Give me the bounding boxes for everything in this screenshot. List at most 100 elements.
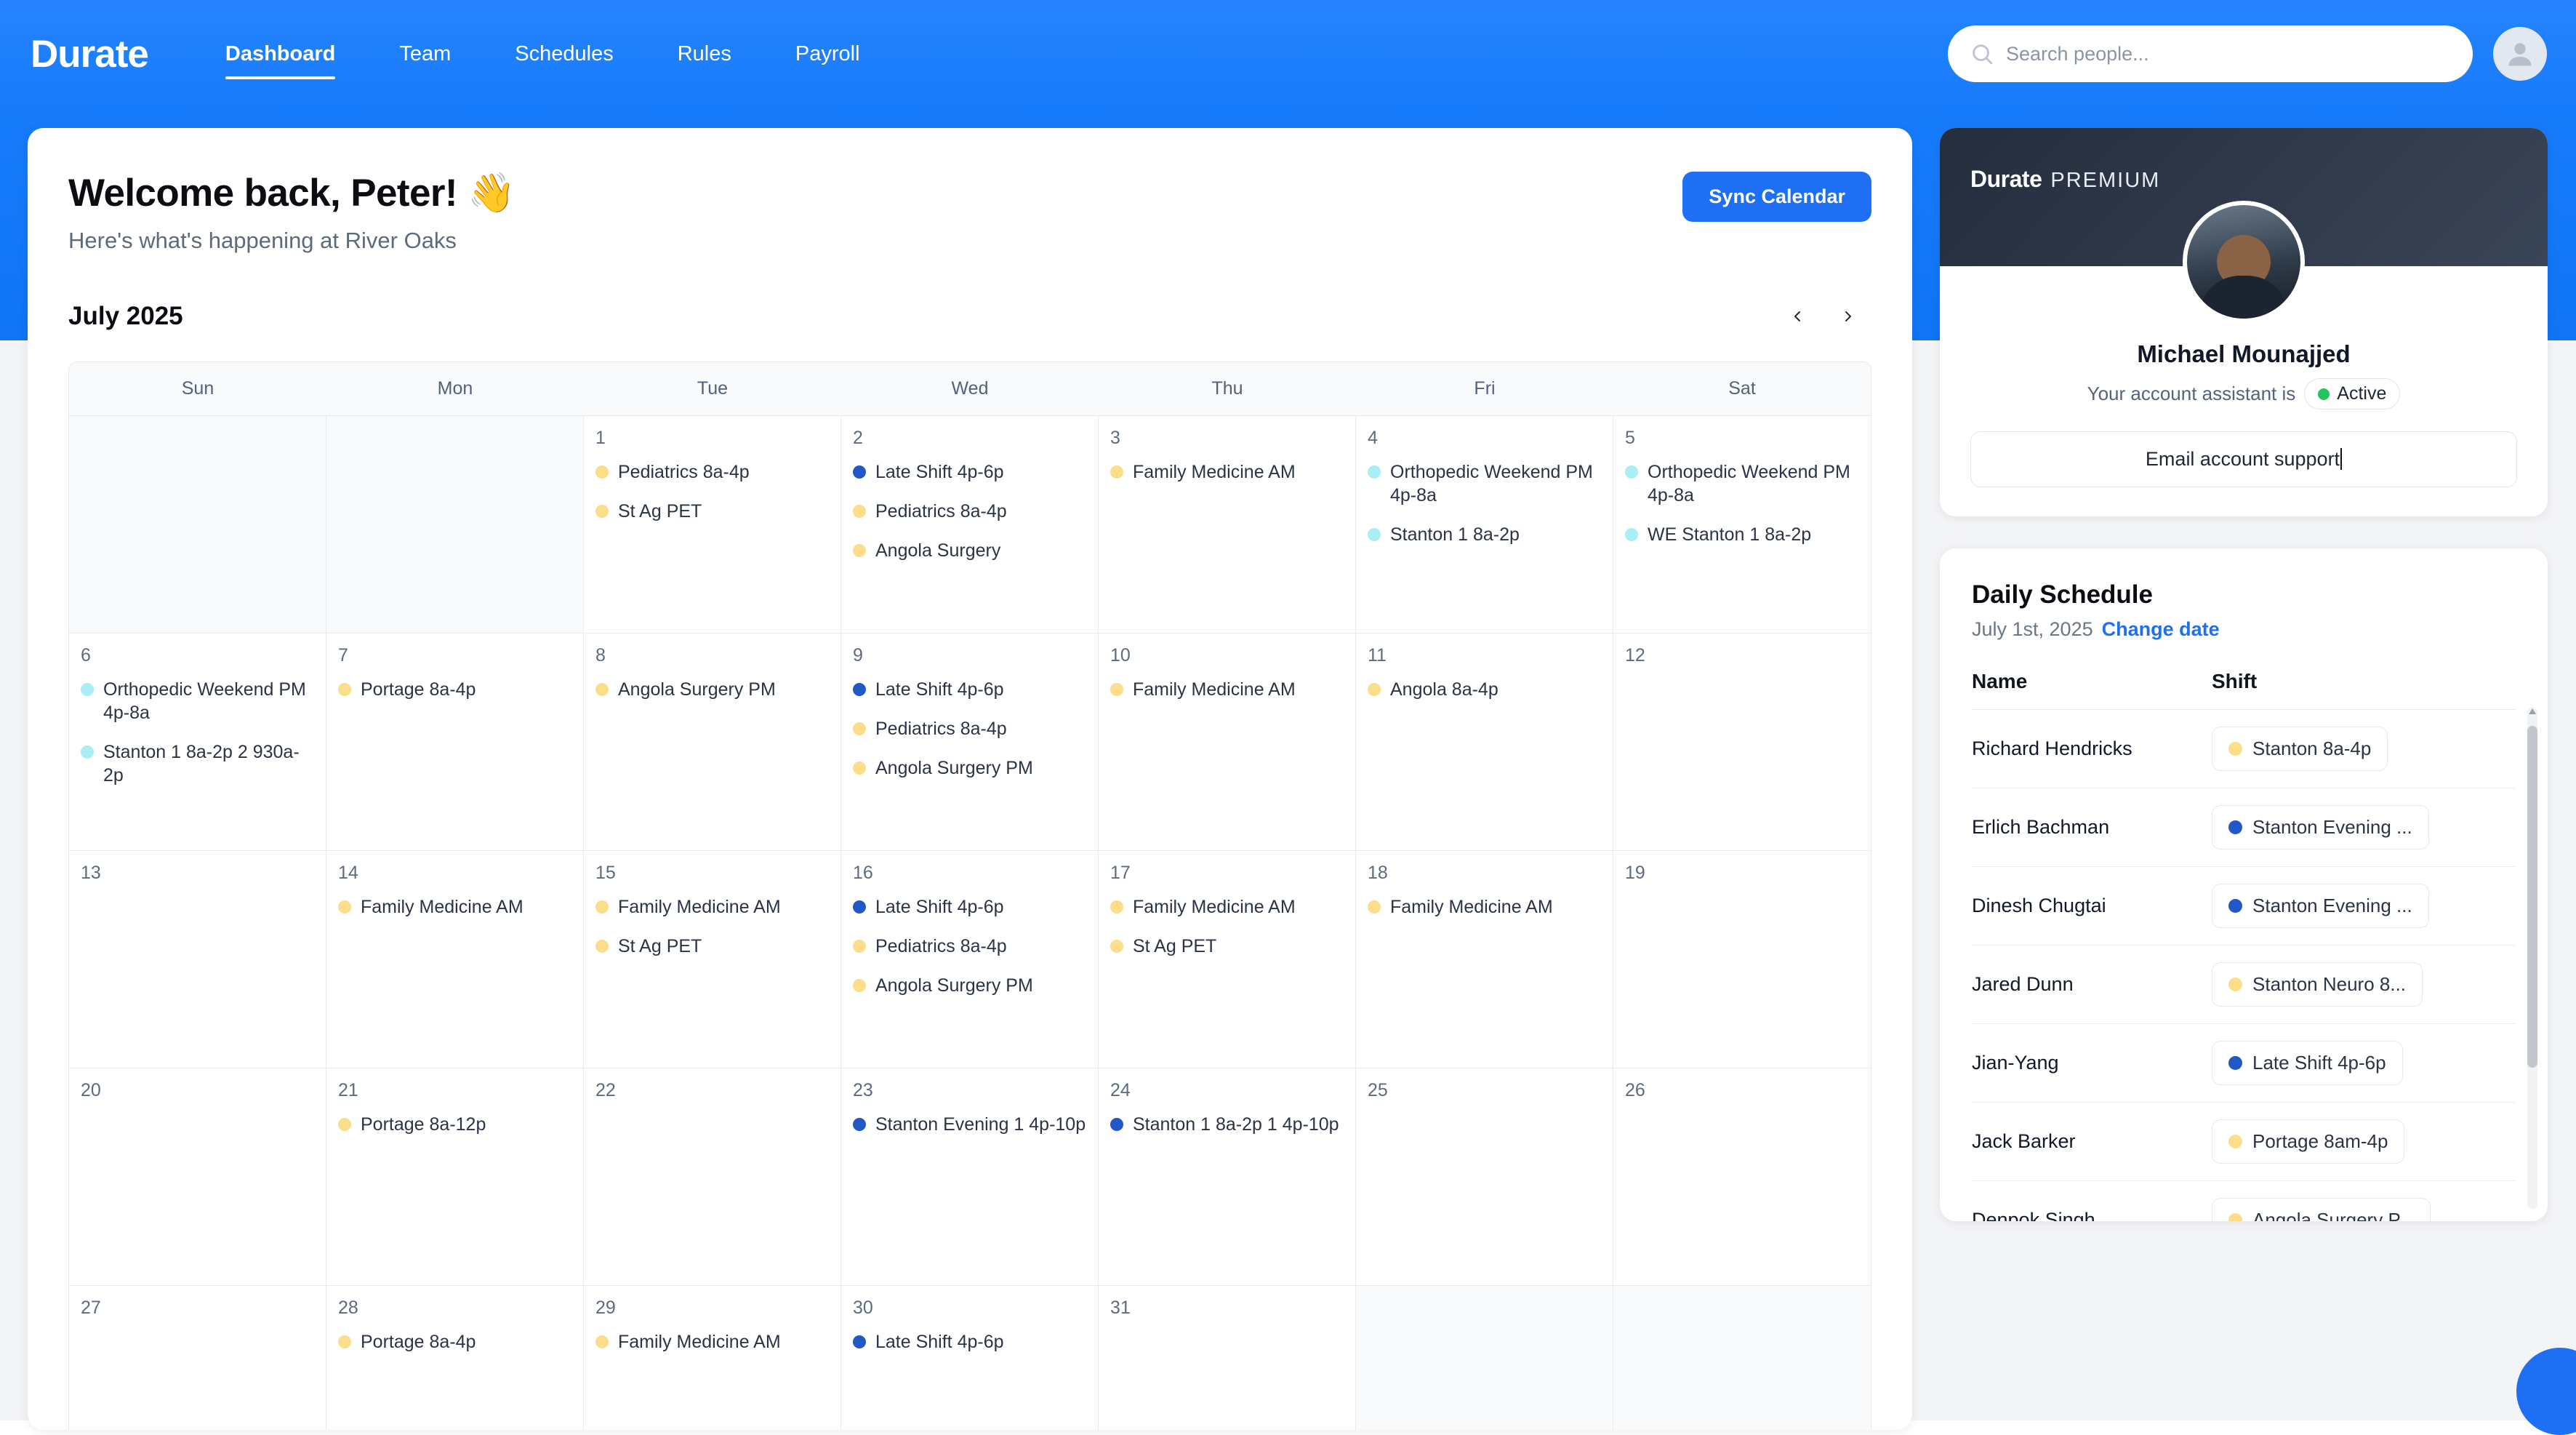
table-row[interactable]: Jian-YangLate Shift 4p-6p [1972, 1024, 2516, 1103]
calendar-day-cell-6[interactable]: 6Orthopedic Weekend PM 4p-8aStanton 1 8a… [69, 633, 326, 850]
calendar-event[interactable]: Family Medicine AM [1110, 678, 1344, 701]
calendar-event[interactable]: Late Shift 4p-6p [853, 1330, 1086, 1354]
calendar-day-cell-21[interactable]: 21Portage 8a-12p [326, 1068, 584, 1285]
calendar-event[interactable]: Angola Surgery [853, 539, 1086, 562]
calendar-day-cell-29[interactable]: 29Family Medicine AM [584, 1286, 841, 1430]
calendar-event[interactable]: Stanton 1 8a-2p 1 4p-10p [1110, 1113, 1344, 1136]
brand-logo[interactable]: Durate [31, 35, 148, 73]
calendar-event[interactable]: Stanton 1 8a-2p [1368, 523, 1601, 546]
calendar-event[interactable]: Portage 8a-12p [338, 1113, 571, 1136]
calendar-event[interactable]: WE Stanton 1 8a-2p [1625, 523, 1859, 546]
calendar-day-cell-12[interactable]: 12 [1613, 633, 1871, 850]
calendar-day-cell-5[interactable]: 5Orthopedic Weekend PM 4p-8aWE Stanton 1… [1613, 416, 1871, 633]
calendar-day-cell-22[interactable]: 22 [584, 1068, 841, 1285]
user-avatar-button[interactable] [2493, 27, 2547, 81]
daily-schedule-scrollbar[interactable] [2527, 707, 2537, 1209]
calendar-day-cell-10[interactable]: 10Family Medicine AM [1099, 633, 1356, 850]
calendar-event[interactable]: Family Medicine AM [1110, 460, 1344, 484]
calendar-day-cell-7[interactable]: 7Portage 8a-4p [326, 633, 584, 850]
table-row[interactable]: Jack BarkerPortage 8am-4p [1972, 1103, 2516, 1181]
calendar-event[interactable]: Pediatrics 8a-4p [853, 717, 1086, 740]
calendar-day-cell-18[interactable]: 18Family Medicine AM [1356, 851, 1613, 1068]
calendar-event[interactable]: Orthopedic Weekend PM 4p-8a [1625, 460, 1859, 507]
calendar-event-label: Pediatrics 8a-4p [875, 935, 1007, 958]
calendar-event[interactable]: Pediatrics 8a-4p [853, 500, 1086, 523]
calendar-day-cell-14[interactable]: 14Family Medicine AM [326, 851, 584, 1068]
calendar-day-cell-31[interactable]: 31 [1099, 1286, 1356, 1430]
calendar-day-cell-24[interactable]: 24Stanton 1 8a-2p 1 4p-10p [1099, 1068, 1356, 1285]
calendar-next-button[interactable] [1828, 296, 1869, 337]
shift-chip[interactable]: Late Shift 4p-6p [2212, 1041, 2403, 1085]
calendar-day-cell-27[interactable]: 27 [69, 1286, 326, 1430]
shift-chip[interactable]: Stanton 8a-4p [2212, 727, 2388, 771]
calendar-event[interactable]: Late Shift 4p-6p [853, 678, 1086, 701]
calendar-day-cell-26[interactable]: 26 [1613, 1068, 1871, 1285]
search-box[interactable] [1948, 25, 2473, 82]
change-date-link[interactable]: Change date [2102, 618, 2220, 640]
calendar-event[interactable]: Pediatrics 8a-4p [595, 460, 829, 484]
calendar-event[interactable]: St Ag PET [595, 500, 829, 523]
nav-link-schedules[interactable]: Schedules [515, 35, 613, 73]
calendar-event[interactable]: Stanton 1 8a-2p 2 930a-2p [81, 740, 314, 787]
table-row[interactable]: Dinesh ChugtaiStanton Evening ... [1972, 867, 2516, 946]
calendar-day-cell-1[interactable]: 1Pediatrics 8a-4pSt Ag PET [584, 416, 841, 633]
calendar-event[interactable]: Late Shift 4p-6p [853, 895, 1086, 919]
table-row[interactable]: Richard HendricksStanton 8a-4p [1972, 710, 2516, 788]
calendar-day-cell-19[interactable]: 19 [1613, 851, 1871, 1068]
calendar-event[interactable]: Orthopedic Weekend PM 4p-8a [1368, 460, 1601, 507]
calendar-day-cell-4[interactable]: 4Orthopedic Weekend PM 4p-8aStanton 1 8a… [1356, 416, 1613, 633]
scroll-up-arrow-icon[interactable] [2529, 708, 2536, 714]
scrollbar-thumb[interactable] [2527, 726, 2537, 1068]
table-row[interactable]: Denpok SinghAngola Surgery P... [1972, 1181, 2516, 1221]
calendar-event[interactable]: Orthopedic Weekend PM 4p-8a [81, 678, 314, 724]
calendar-day-cell-17[interactable]: 17Family Medicine AMSt Ag PET [1099, 851, 1356, 1068]
calendar-event[interactable]: Family Medicine AM [1368, 895, 1601, 919]
calendar-event[interactable]: Angola Surgery PM [853, 974, 1086, 997]
calendar-day-cell-13[interactable]: 13 [69, 851, 326, 1068]
calendar-day-cell-11[interactable]: 11Angola 8a-4p [1356, 633, 1613, 850]
calendar-event[interactable]: Late Shift 4p-6p [853, 460, 1086, 484]
search-input[interactable] [2006, 43, 2451, 65]
calendar-day-cell-15[interactable]: 15Family Medicine AMSt Ag PET [584, 851, 841, 1068]
schedule-person-name: Jack Barker [1972, 1130, 2212, 1154]
calendar-day-cell-3[interactable]: 3Family Medicine AM [1099, 416, 1356, 633]
nav-link-payroll[interactable]: Payroll [795, 35, 860, 73]
table-row[interactable]: Erlich BachmanStanton Evening ... [1972, 788, 2516, 867]
nav-link-dashboard[interactable]: Dashboard [225, 35, 335, 73]
shift-chip[interactable]: Stanton Evening ... [2212, 805, 2429, 850]
calendar-prev-button[interactable] [1777, 296, 1818, 337]
shift-chip[interactable]: Stanton Evening ... [2212, 884, 2429, 928]
calendar-event[interactable]: Portage 8a-4p [338, 1330, 571, 1354]
table-row[interactable]: Jared DunnStanton Neuro 8... [1972, 946, 2516, 1024]
email-account-support-button[interactable]: Email account support [1970, 431, 2517, 487]
calendar-event[interactable]: Portage 8a-4p [338, 678, 571, 701]
calendar-event[interactable]: Pediatrics 8a-4p [853, 935, 1086, 958]
calendar-event[interactable]: St Ag PET [595, 935, 829, 958]
nav-link-team[interactable]: Team [399, 35, 451, 73]
calendar-event[interactable]: Family Medicine AM [1110, 895, 1344, 919]
nav-link-rules[interactable]: Rules [678, 35, 731, 73]
event-color-dot-icon [338, 1118, 351, 1131]
calendar-event[interactable]: Stanton Evening 1 4p-10p [853, 1113, 1086, 1136]
calendar-event[interactable]: Angola Surgery PM [595, 678, 829, 701]
calendar-event[interactable]: St Ag PET [1110, 935, 1344, 958]
calendar-day-cell-30[interactable]: 30Late Shift 4p-6p [841, 1286, 1099, 1430]
calendar-day-cell-16[interactable]: 16Late Shift 4p-6pPediatrics 8a-4pAngola… [841, 851, 1099, 1068]
calendar-day-cell-2[interactable]: 2Late Shift 4p-6pPediatrics 8a-4pAngola … [841, 416, 1099, 633]
calendar-day-cell-8[interactable]: 8Angola Surgery PM [584, 633, 841, 850]
sync-calendar-button[interactable]: Sync Calendar [1682, 172, 1871, 222]
calendar-day-cell-23[interactable]: 23Stanton Evening 1 4p-10p [841, 1068, 1099, 1285]
calendar-day-cell-25[interactable]: 25 [1356, 1068, 1613, 1285]
calendar-event[interactable]: Angola Surgery PM [853, 756, 1086, 780]
calendar-day-cell-28[interactable]: 28Portage 8a-4p [326, 1286, 584, 1430]
calendar-event[interactable]: Family Medicine AM [595, 895, 829, 919]
shift-chip[interactable]: Stanton Neuro 8... [2212, 962, 2423, 1007]
calendar-day-cell-9[interactable]: 9Late Shift 4p-6pPediatrics 8a-4pAngola … [841, 633, 1099, 850]
calendar-day-cell-20[interactable]: 20 [69, 1068, 326, 1285]
calendar-event[interactable]: Family Medicine AM [595, 1330, 829, 1354]
search-icon [1970, 41, 1994, 66]
shift-chip[interactable]: Angola Surgery P... [2212, 1198, 2431, 1221]
calendar-event[interactable]: Angola 8a-4p [1368, 678, 1601, 701]
calendar-event[interactable]: Family Medicine AM [338, 895, 571, 919]
shift-chip[interactable]: Portage 8am-4p [2212, 1119, 2404, 1164]
